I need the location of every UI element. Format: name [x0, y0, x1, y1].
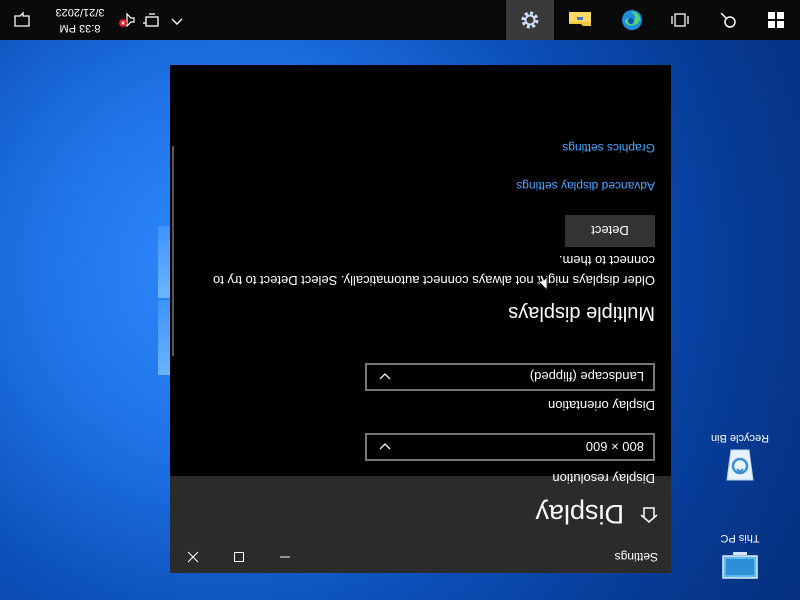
- desktop-icon-label: This PC: [720, 532, 760, 544]
- network-icon[interactable]: [142, 11, 160, 29]
- clock-time: 8:33 PM: [59, 22, 101, 34]
- chevron-down-icon: [379, 443, 391, 450]
- desktop: This PC Recycle Bin Settings Display Dis…: [0, 0, 800, 600]
- maximize-icon: [234, 552, 244, 562]
- wallpaper-ray: [158, 226, 170, 298]
- taskbar: 8:33 PM 3/21/2023: [0, 0, 800, 40]
- detect-button[interactable]: Detect: [565, 215, 655, 247]
- resolution-value: 800 × 600: [585, 439, 644, 454]
- minimize-button[interactable]: [262, 541, 308, 573]
- taskbar-clock[interactable]: 8:33 PM 3/21/2023: [50, 4, 110, 36]
- window-title: Settings: [614, 550, 658, 564]
- gear-icon: [521, 11, 539, 29]
- desktop-icon-label: Recycle Bin: [710, 432, 770, 444]
- graphics-settings-link[interactable]: Graphics settings: [562, 141, 655, 155]
- resolution-label: Display resolution: [552, 471, 655, 486]
- close-icon: [187, 551, 199, 563]
- search-icon: [720, 12, 736, 28]
- task-view-icon: [671, 13, 689, 27]
- mouse-cursor-icon: [537, 274, 547, 290]
- chevron-up-icon[interactable]: [170, 14, 184, 28]
- folder-icon: [569, 12, 591, 26]
- volume-muted-icon[interactable]: [118, 11, 136, 29]
- search-button[interactable]: [704, 0, 752, 40]
- clock-date: 3/21/2023: [55, 6, 105, 18]
- desktop-icon-recycle-bin[interactable]: Recycle Bin: [700, 432, 780, 486]
- page-title: Display: [535, 499, 624, 529]
- multiple-displays-heading: Multiple displays: [508, 302, 655, 324]
- notification-icon: [14, 11, 30, 27]
- wallpaper-ray: [158, 300, 170, 375]
- multiple-displays-description: Older displays might not always connect …: [213, 253, 655, 288]
- desktop-icon-this-pc[interactable]: This PC: [700, 532, 780, 586]
- windows-logo-icon: [768, 12, 784, 28]
- maximize-button[interactable]: [216, 541, 262, 573]
- advanced-display-settings-link[interactable]: Advanced display settings: [516, 179, 655, 193]
- settings-taskbar-button[interactable]: [506, 0, 554, 40]
- task-view-button[interactable]: [656, 0, 704, 40]
- edge-icon: [622, 10, 642, 30]
- display-settings-content: Display resolution 800 × 600 Display ori…: [170, 65, 671, 486]
- settings-window: Settings Display Display resolution 800 …: [170, 65, 671, 573]
- resolution-dropdown[interactable]: 800 × 600: [365, 433, 655, 461]
- file-explorer-button[interactable]: [556, 0, 604, 40]
- minimize-icon: [280, 556, 290, 558]
- recycle-bin-icon: [726, 449, 754, 481]
- title-bar[interactable]: Settings: [170, 541, 671, 573]
- chevron-down-icon: [379, 373, 391, 380]
- notification-center-button[interactable]: [0, 0, 44, 40]
- orientation-label: Display orientation: [548, 398, 655, 413]
- orientation-value: Landscape (flipped): [529, 369, 644, 384]
- orientation-dropdown[interactable]: Landscape (flipped): [365, 363, 655, 391]
- scrollbar[interactable]: [172, 146, 174, 356]
- computer-icon: [722, 552, 758, 579]
- edge-browser-button[interactable]: [608, 0, 656, 40]
- home-icon[interactable]: [639, 505, 659, 525]
- close-button[interactable]: [170, 541, 216, 573]
- start-button[interactable]: [752, 0, 800, 40]
